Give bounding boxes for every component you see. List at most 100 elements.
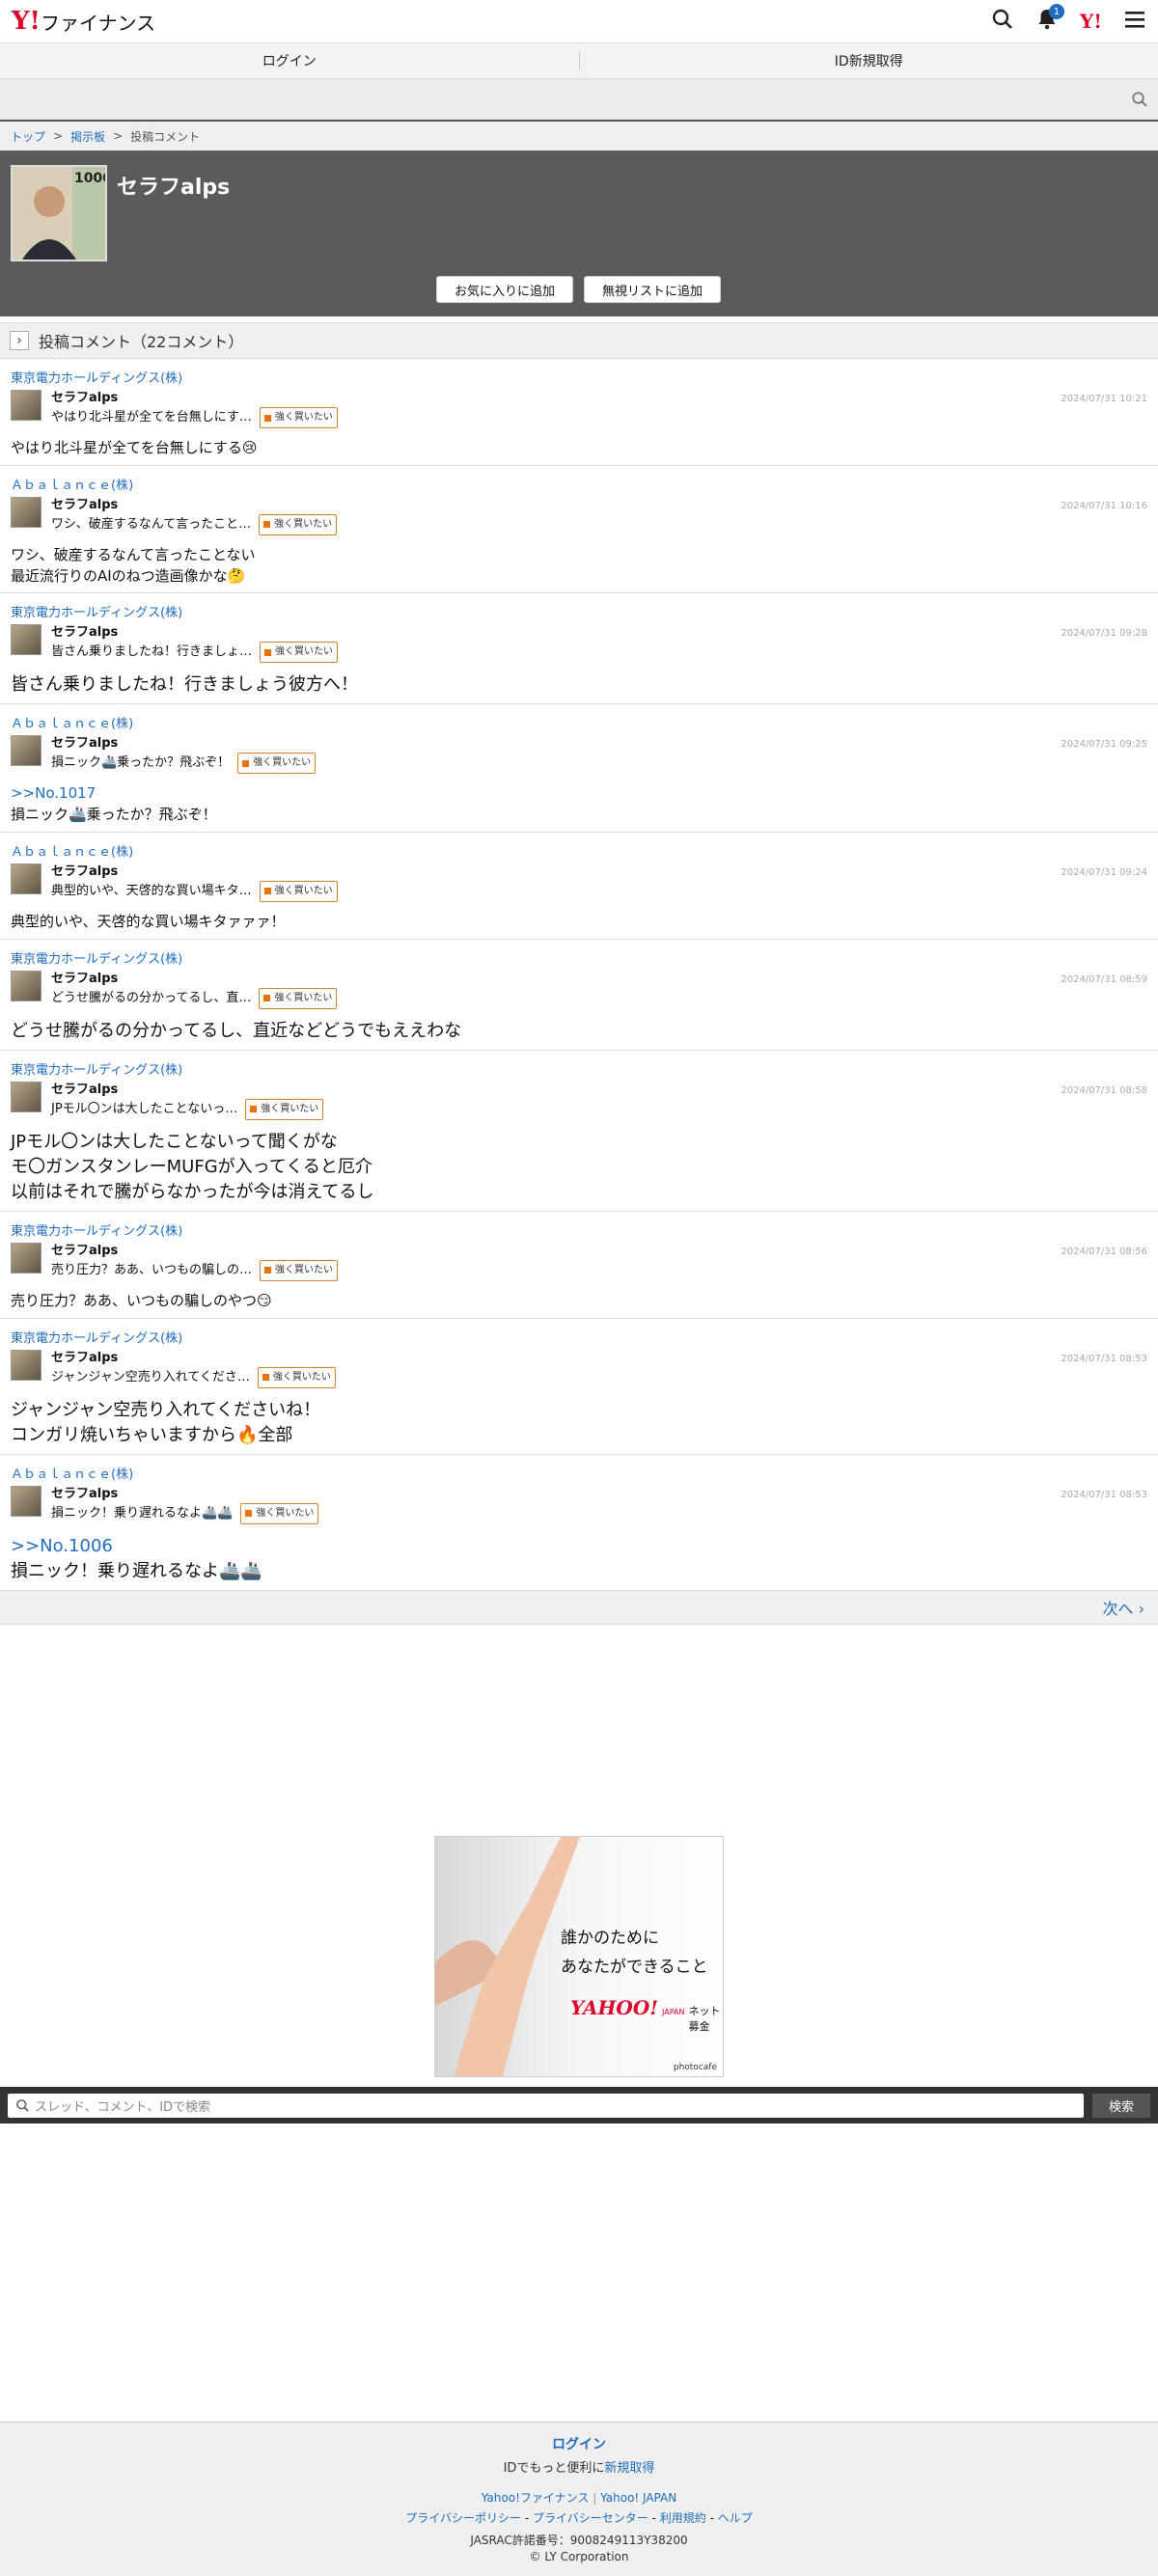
- stock-name-link[interactable]: Ａｂａｌａｎｃｅ(株): [11, 833, 1147, 860]
- sentiment-tag: 強く買いたい: [237, 753, 316, 774]
- breadcrumb-sep: >: [113, 129, 123, 143]
- comment-item[interactable]: Ａｂａｌａｎｃｅ(株)2024/07/31 09:25セラフalps損ニック🚢乗…: [0, 704, 1158, 833]
- stock-name-link[interactable]: 東京電力ホールディングス(株): [11, 1319, 1147, 1346]
- avatar[interactable]: [11, 624, 41, 655]
- avatar[interactable]: [11, 863, 41, 894]
- comment-item[interactable]: Ａｂａｌａｎｃｅ(株)2024/07/31 10:16セラフalpsワシ、破産す…: [0, 466, 1158, 594]
- add-favorite-button[interactable]: お気に入りに追加: [436, 276, 573, 303]
- footer-prompt: IDでもっと便利に: [504, 2461, 605, 2476]
- comment-item[interactable]: 東京電力ホールディングス(株)2024/07/31 09:28セラフalps皆さ…: [0, 593, 1158, 704]
- avatar[interactable]: [11, 1082, 41, 1112]
- footer-link-finance[interactable]: Yahoo!ファイナンス: [482, 2491, 590, 2505]
- breadcrumb: トップ > 掲示板 > 投稿コメント: [0, 122, 1158, 151]
- yahoo-finance-logo[interactable]: Y! ファイナンス: [12, 7, 155, 36]
- comment-item[interactable]: 東京電力ホールディングス(株)2024/07/31 08:53セラフalpsジャ…: [0, 1319, 1158, 1455]
- search-icon[interactable]: [991, 8, 1014, 35]
- comment-body: 皆さん乗りましたね！行きましょう彼方へ！: [11, 663, 1147, 703]
- signup-tab[interactable]: ID新規取得: [579, 51, 1158, 70]
- reply-link[interactable]: >>No.1017: [11, 783, 1147, 805]
- comment-item[interactable]: Ａｂａｌａｎｃｅ(株)2024/07/31 09:24セラフalps典型的いや、…: [0, 833, 1158, 940]
- stock-name-link[interactable]: 東京電力ホールディングス(株): [11, 593, 1147, 620]
- comment-body: どうせ騰がるの分かってるし、直近などどうでもええわな: [11, 1009, 1147, 1050]
- stock-name-link[interactable]: Ａｂａｌａｎｃｅ(株): [11, 704, 1147, 731]
- avatar[interactable]: [11, 1486, 41, 1517]
- sentiment-label: 強く買いたい: [256, 1505, 314, 1522]
- login-tab[interactable]: ログイン: [0, 43, 579, 78]
- next-page-link[interactable]: 次へ ›: [1102, 1596, 1144, 1619]
- reply-link[interactable]: >>No.1006: [11, 1534, 1147, 1559]
- username[interactable]: セラフalps: [51, 1243, 338, 1260]
- comment-snippet: ジャンジャン空売り入れてくださ…: [51, 1369, 250, 1386]
- search-button[interactable]: 検索: [1092, 2094, 1150, 2118]
- sentiment-label: 強く買いたい: [253, 754, 311, 772]
- stock-name-link[interactable]: Ａｂａｌａｎｃｅ(株): [11, 1455, 1147, 1482]
- stock-name-link[interactable]: 東京電力ホールディングス(株): [11, 940, 1147, 967]
- avatar[interactable]: [11, 971, 41, 1001]
- ad-line-2: あなたができること: [561, 1953, 708, 1977]
- sentiment-tag: 強く買いたい: [258, 1367, 336, 1388]
- comment-line: モ〇ガンスタンレーMUFGが入ってくると厄介: [11, 1155, 1147, 1180]
- username[interactable]: セラフalps: [51, 735, 316, 753]
- username[interactable]: セラフalps: [51, 390, 338, 407]
- username[interactable]: セラフalps: [51, 1486, 318, 1503]
- add-ignore-list-button[interactable]: 無視リストに追加: [584, 276, 721, 303]
- comment-line: JPモル〇ンは大したことないって聞くがな: [11, 1130, 1147, 1155]
- username[interactable]: セラフalps: [51, 1082, 323, 1099]
- footer-signup-link[interactable]: 新規取得: [604, 2461, 654, 2476]
- footer-link-privacy-policy[interactable]: プライバシーポリシー: [405, 2511, 521, 2525]
- chevron-right-icon: ›: [10, 331, 29, 350]
- username[interactable]: セラフalps: [51, 863, 338, 881]
- avatar: 1000: [11, 165, 107, 261]
- bell-icon[interactable]: 1: [1035, 8, 1059, 35]
- comment-item[interactable]: 東京電力ホールディングス(株)2024/07/31 08:56セラフalps売り…: [0, 1212, 1158, 1319]
- section-title: 投稿コメント（22コメント）: [39, 329, 243, 352]
- footer-link-help[interactable]: ヘルプ: [718, 2511, 753, 2525]
- avatar[interactable]: [11, 1350, 41, 1381]
- username[interactable]: セラフalps: [51, 971, 337, 988]
- footer-links-secondary: プライバシーポリシー - プライバシーセンター - 利用規約 - ヘルプ: [0, 2509, 1158, 2526]
- username[interactable]: セラフalps: [51, 497, 337, 514]
- sentiment-icon: [263, 521, 270, 528]
- sentiment-tag: 強く買いたい: [259, 514, 337, 535]
- avatar[interactable]: [11, 735, 41, 766]
- sentiment-label: 強く買いたい: [261, 1101, 318, 1118]
- auth-tabs: ログイン ID新規取得: [0, 43, 1158, 79]
- comment-item[interactable]: 東京電力ホールディングス(株)2024/07/31 08:58セラフalpsJP…: [0, 1051, 1158, 1212]
- username[interactable]: セラフalps: [51, 1350, 336, 1367]
- comment-snippet: JPモル〇ンは大したことないっ…: [51, 1101, 237, 1118]
- post-date: 2024/07/31 09:25: [1061, 739, 1147, 750]
- sentiment-label: 強く買いたい: [274, 516, 332, 534]
- footer-link-yahoo-japan[interactable]: Yahoo! JAPAN: [600, 2491, 676, 2505]
- comment-line: 損ニック！乗り遅れるなよ🚢🚢: [11, 1559, 1147, 1584]
- comment-line: やはり北斗星が全てを台無しにする😢: [11, 438, 1147, 459]
- footer-link-terms[interactable]: 利用規約: [660, 2511, 706, 2525]
- sentiment-icon: [264, 1267, 271, 1274]
- sentiment-icon: [262, 1374, 269, 1381]
- search-input[interactable]: スレッド、コメント、IDで検索: [8, 2094, 1084, 2118]
- comment-item[interactable]: 東京電力ホールディングス(株) 2024/07/31 08:59 セラフalps どう…: [0, 940, 1158, 1051]
- footer-login-link[interactable]: ログイン: [552, 2437, 606, 2453]
- comment-list: 東京電力ホールディングス(株)2024/07/31 10:21セラフalpsやは…: [0, 359, 1158, 1591]
- comment-item[interactable]: Ａｂａｌａｎｃｅ(株) 2024/07/31 08:53 セラフalps 損ニック！乗…: [0, 1455, 1158, 1591]
- stock-name-link[interactable]: 東京電力ホールディングス(株): [11, 359, 1147, 386]
- ad-banner[interactable]: 誰かのために あなたができること YAHOO! JAPAN ネット募金 phot…: [434, 1836, 724, 2077]
- comment-item[interactable]: 東京電力ホールディングス(株)2024/07/31 10:21セラフalpsやは…: [0, 359, 1158, 466]
- yahoo-japan-icon[interactable]: Y!: [1080, 10, 1102, 33]
- avatar[interactable]: [11, 1243, 41, 1274]
- menu-icon[interactable]: [1123, 9, 1146, 34]
- search-icon[interactable]: [1131, 91, 1148, 112]
- post-date: 2024/07/31 08:53: [1061, 1490, 1147, 1500]
- breadcrumb-board[interactable]: 掲示板: [70, 128, 105, 145]
- username[interactable]: セラフalps: [51, 624, 338, 642]
- footer-link-privacy-center[interactable]: プライバシーセンター: [533, 2511, 648, 2525]
- avatar[interactable]: [11, 497, 41, 528]
- breadcrumb-current: 投稿コメント: [130, 128, 200, 145]
- stock-name-link[interactable]: Ａｂａｌａｎｃｅ(株): [11, 466, 1147, 493]
- avatar[interactable]: [11, 390, 41, 421]
- post-date: 2024/07/31 08:59: [1061, 974, 1147, 985]
- breadcrumb-top[interactable]: トップ: [11, 128, 45, 145]
- sentiment-icon: [263, 995, 270, 1001]
- comment-line: 以前はそれで騰がらなかったが今は消えてるし: [11, 1180, 1147, 1205]
- stock-name-link[interactable]: 東京電力ホールディングス(株): [11, 1051, 1147, 1078]
- stock-name-link[interactable]: 東京電力ホールディングス(株): [11, 1212, 1147, 1239]
